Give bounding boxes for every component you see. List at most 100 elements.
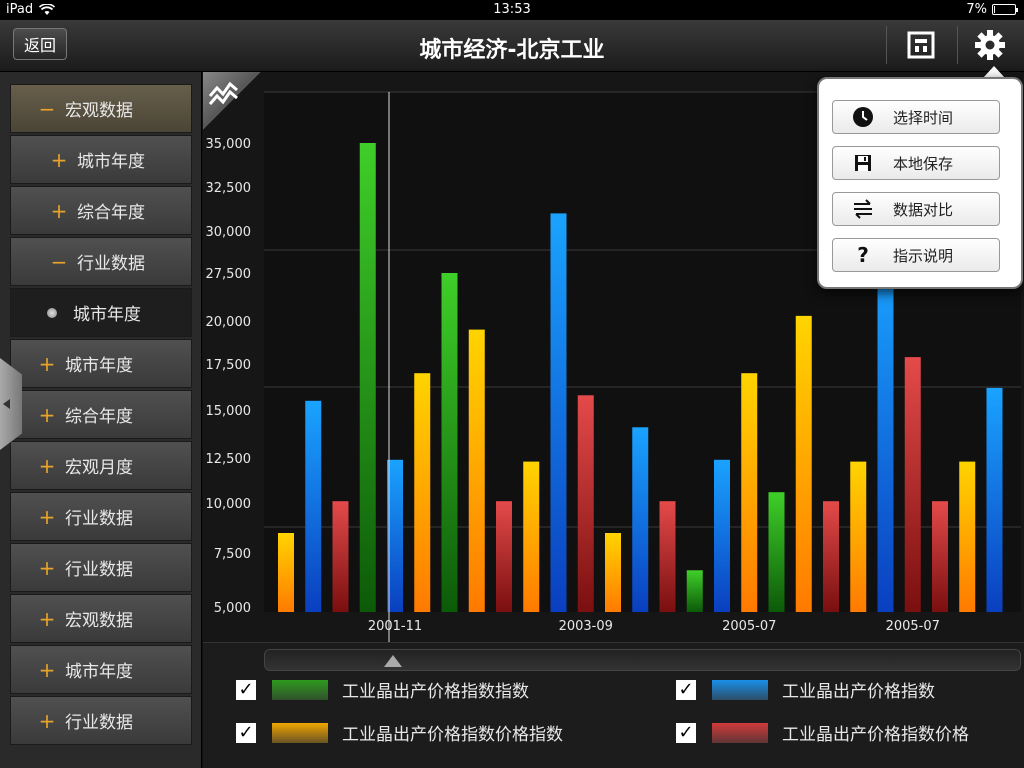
bar[interactable] <box>659 501 676 612</box>
legend-swatch <box>712 679 768 700</box>
bar[interactable] <box>414 373 431 612</box>
checkbox-icon[interactable]: ✓ <box>236 722 256 743</box>
sidebar-item-label: 综合年度 <box>77 203 145 223</box>
sidebar-item[interactable]: + 宏观月度 <box>10 441 192 490</box>
sidebar-item-label: 宏观月度 <box>65 458 133 478</box>
bar[interactable] <box>768 492 785 612</box>
x-tick-label: 2005-07 <box>722 619 776 634</box>
bar[interactable] <box>523 461 540 612</box>
battery-text: 7% <box>966 2 987 17</box>
chart-footer: ✓ 工业晶出产价格指数指数 ✓ 工业晶出产价格指数 ✓ 工业晶出产价格指数价格指数 ✓ 工业晶… <box>203 642 1024 768</box>
bar[interactable] <box>932 501 948 612</box>
bar[interactable] <box>577 395 594 612</box>
popup-menu-button[interactable]: 选择时间 <box>832 100 1000 134</box>
bar[interactable] <box>441 273 458 612</box>
checkbox-icon[interactable]: ✓ <box>676 679 696 700</box>
bar[interactable] <box>359 143 376 612</box>
selected-dot-icon <box>47 307 57 318</box>
bar[interactable] <box>904 357 921 612</box>
status-time: 13:53 <box>493 2 531 17</box>
legend-label: 工业晶出产价格指数价格指数 <box>342 725 563 745</box>
sidebar-item-label: 行业数据 <box>65 713 133 733</box>
bar[interactable] <box>823 501 839 612</box>
sidebar-item-label: 行业数据 <box>65 509 133 529</box>
line-chart-icon <box>208 81 238 105</box>
time-range-scrollbar[interactable] <box>264 649 1021 671</box>
bar[interactable] <box>332 501 349 612</box>
popup-menu-label: 本地保存 <box>893 154 954 173</box>
status-bar: iPad 13:53 7% <box>0 0 1024 20</box>
y-tick-label: 7,500 <box>214 547 251 562</box>
legend-item[interactable]: ✓ 工业晶出产价格指数指数 <box>236 677 529 702</box>
calculator-icon[interactable] <box>904 29 938 61</box>
legend-item[interactable]: ✓ 工业晶出产价格指数 <box>676 677 935 702</box>
sidebar-item[interactable]: + 城市年度 <box>10 135 192 184</box>
checkbox-icon[interactable]: ✓ <box>676 722 696 743</box>
sidebar-item[interactable]: + 综合年度 <box>10 186 192 235</box>
legend-label: 工业晶出产价格指数价格 <box>782 725 969 745</box>
sidebar-item-label: 城市年度 <box>65 356 133 376</box>
clock-icon <box>833 106 893 128</box>
checkbox-icon[interactable]: ✓ <box>236 679 256 700</box>
expand-icon: + <box>38 453 56 478</box>
legend-label: 工业晶出产价格指数 <box>782 682 935 702</box>
expand-icon: + <box>50 147 68 172</box>
sidebar-item[interactable]: − 行业数据 <box>10 237 192 286</box>
svg-text:?: ? <box>857 245 869 265</box>
sidebar-item[interactable]: + 行业数据 <box>10 696 192 745</box>
bar[interactable] <box>850 461 867 612</box>
bar[interactable] <box>686 570 703 612</box>
chart-type-toggle[interactable] <box>203 72 261 130</box>
x-tick-label: 2005-07 <box>886 619 940 634</box>
bar[interactable] <box>632 427 649 612</box>
bar[interactable] <box>795 315 812 612</box>
expand-icon: + <box>38 708 56 733</box>
sidebar-item-label: 行业数据 <box>77 254 145 274</box>
bar[interactable] <box>959 461 976 612</box>
sidebar-item[interactable]: − 宏观数据 <box>10 84 192 133</box>
sidebar-item[interactable]: + 城市年度 <box>10 645 192 694</box>
bar[interactable] <box>278 533 294 612</box>
bar[interactable] <box>714 459 730 612</box>
bar[interactable] <box>986 387 1003 612</box>
sidebar-item-label: 城市年度 <box>77 152 145 172</box>
save-icon <box>833 154 893 172</box>
help-icon: ? <box>833 245 893 265</box>
popup-menu-label: 数据对比 <box>893 200 954 219</box>
bar[interactable] <box>550 213 567 612</box>
expand-icon: + <box>50 198 68 223</box>
bar[interactable] <box>741 373 758 612</box>
sidebar-item[interactable]: + 行业数据 <box>10 543 192 592</box>
sidebar-item[interactable]: + 行业数据 <box>10 492 192 541</box>
bar[interactable] <box>305 400 322 612</box>
popup-menu-button[interactable]: 数据对比 <box>832 192 1000 226</box>
bar[interactable] <box>496 501 512 612</box>
expand-icon: + <box>38 657 56 682</box>
bar[interactable] <box>877 264 894 612</box>
sidebar-item[interactable]: 城市年度 <box>10 288 192 337</box>
sidebar-item[interactable]: + 宏观数据 <box>10 594 192 643</box>
bar[interactable] <box>605 533 621 612</box>
y-tick-label: 17,500 <box>206 358 252 373</box>
legend-swatch <box>272 679 328 700</box>
sidebar-item[interactable]: + 综合年度 <box>10 390 192 439</box>
gear-icon[interactable] <box>973 29 1007 61</box>
expand-icon: + <box>38 351 56 376</box>
y-tick-label: 27,500 <box>206 267 252 282</box>
battery-fill <box>994 6 995 13</box>
legend-item[interactable]: ✓ 工业晶出产价格指数价格 <box>676 720 969 745</box>
y-tick-label: 12,500 <box>206 452 252 467</box>
scrollbar-thumb[interactable] <box>384 655 402 667</box>
nav-divider <box>886 26 887 64</box>
bar[interactable] <box>468 329 485 612</box>
sidebar: − 宏观数据 + 城市年度 + 综合年度 − 行业数据 城市年度 + 城市年度 + 综合年度 + 宏观月度 +… <box>0 72 202 768</box>
nav-bar: 返回 城市经济-北京工业 <box>0 20 1024 72</box>
y-tick-label: 5,000 <box>214 601 251 616</box>
compare-icon <box>833 198 893 220</box>
popup-menu-button[interactable]: ? 指示说明 <box>832 238 1000 272</box>
popup-menu-label: 指示说明 <box>893 246 954 265</box>
y-tick-label: 30,000 <box>206 225 252 240</box>
legend-item[interactable]: ✓ 工业晶出产价格指数价格指数 <box>236 720 563 745</box>
popup-menu-button[interactable]: 本地保存 <box>832 146 1000 180</box>
sidebar-item[interactable]: + 城市年度 <box>10 339 192 388</box>
